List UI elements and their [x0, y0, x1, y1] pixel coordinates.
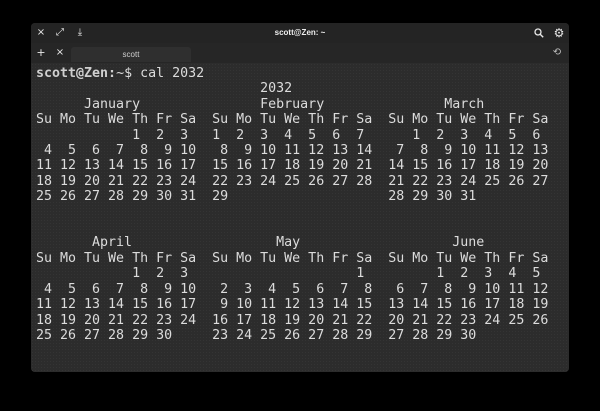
tab-label: scott: [122, 50, 140, 59]
terminal-window: × ⤢ ⤓ scott@Zen: ~ ⚙ + × scott ⟲ scott@Z…: [31, 23, 569, 372]
output-line: 18 19 20 21 22 23 24 16 17 18 19 20 21 2…: [36, 312, 549, 328]
tab-bar: + × scott ⟲: [31, 43, 569, 63]
output-line: January February March: [84, 96, 485, 112]
close-tab-button[interactable]: ×: [53, 45, 67, 61]
output-line: 1 2 3 1 2 3 4 5 6 7 1 2 3 4 5 6: [132, 127, 541, 143]
output-line: 2032: [260, 81, 293, 97]
output-line: 11 12 13 14 15 16 17 9 10 11 12 13 14 15…: [36, 297, 549, 313]
search-icon[interactable]: [532, 25, 546, 41]
terminal-output: scott@Zen:~$ cal 2032 2032 January Febru…: [36, 66, 548, 343]
output-line: 18 19 20 21 22 23 24 22 23 24 25 26 27 2…: [36, 173, 549, 189]
output-line: 25 26 27 28 29 30 31 29 28 29 30 31: [36, 189, 477, 205]
new-tab-button[interactable]: +: [34, 45, 48, 61]
history-icon[interactable]: ⟲: [550, 45, 564, 61]
output-line: 11 12 13 14 15 16 17 15 16 17 18 19 20 2…: [36, 158, 549, 174]
close-window-button[interactable]: ×: [34, 25, 48, 41]
output-line: 1 2 3 1 1 2 3 4 5: [132, 266, 541, 282]
window-title: scott@Zen: ~: [274, 28, 326, 37]
terminal-area[interactable]: scott@Zen:~$ cal 2032 2032 January Febru…: [31, 63, 569, 372]
calendar-output: 2032 January February March Su Mo Tu We …: [36, 81, 548, 343]
output-line: April May June: [92, 235, 485, 251]
output-line: 25 26 27 28 29 30 23 24 25 26 27 28 29 2…: [36, 327, 477, 343]
output-line: Su Mo Tu We Th Fr Sa Su Mo Tu We Th Fr S…: [36, 112, 549, 128]
title-bar: × ⤢ ⤓ scott@Zen: ~ ⚙: [31, 23, 569, 43]
settings-gear-icon[interactable]: ⚙: [552, 25, 566, 41]
maximize-window-button[interactable]: ⤢: [53, 25, 67, 41]
tab-scott[interactable]: scott: [71, 47, 191, 62]
minimize-window-button[interactable]: ⤓: [73, 25, 87, 41]
prompt-user-host: scott@Zen:: [36, 66, 117, 81]
prompt-cwd: ~$: [116, 66, 133, 81]
output-line: 4 5 6 7 8 9 10 2 3 4 5 6 7 8 6 7 8 9 10 …: [44, 281, 549, 297]
output-line: 4 5 6 7 8 9 10 8 9 10 11 12 13 14 7 8 9 …: [44, 143, 549, 159]
typed-command: cal 2032: [132, 66, 205, 81]
output-line: Su Mo Tu We Th Fr Sa Su Mo Tu We Th Fr S…: [36, 250, 549, 266]
